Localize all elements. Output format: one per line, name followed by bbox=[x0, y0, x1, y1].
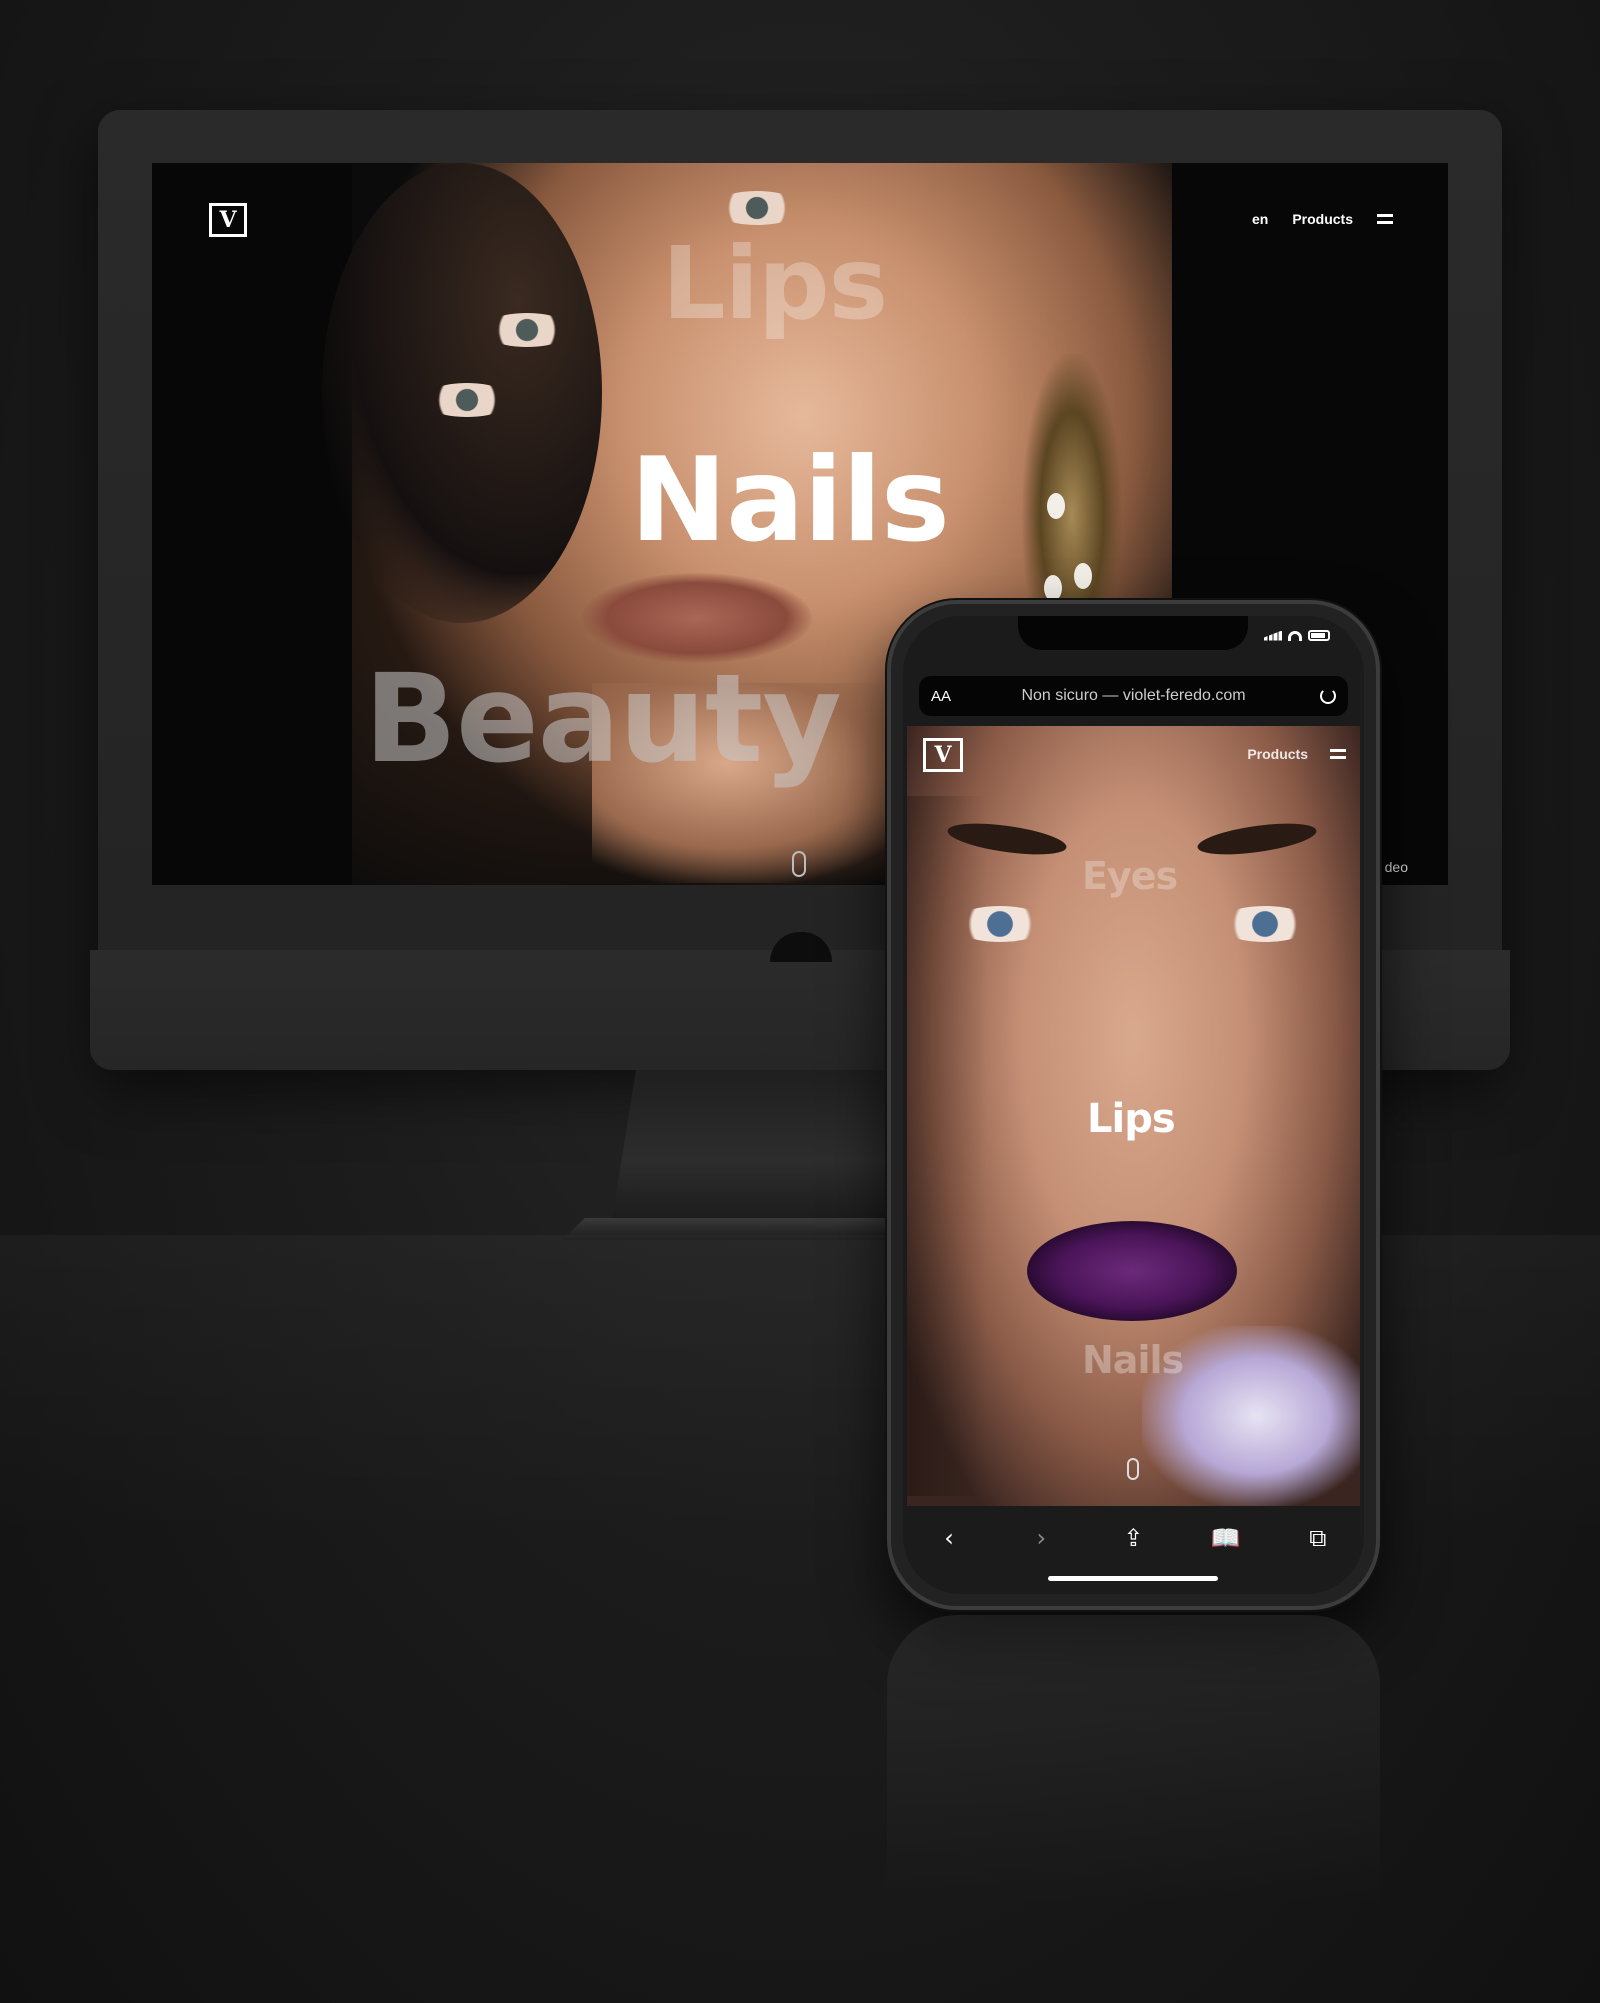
bookmarks-icon[interactable]: 📖 bbox=[1206, 1524, 1246, 1552]
forward-icon[interactable]: › bbox=[1021, 1524, 1061, 1552]
site-logo[interactable]: V bbox=[923, 738, 963, 772]
scroll-mouse-icon bbox=[792, 851, 806, 877]
menu-icon[interactable] bbox=[1377, 214, 1393, 224]
reload-icon[interactable] bbox=[1320, 688, 1336, 704]
wifi-icon bbox=[1288, 630, 1302, 641]
mobile-nav: Products bbox=[1247, 746, 1346, 762]
device-mockup-stage: V en Products Lips Nails Beauty deo AA N… bbox=[0, 0, 1600, 2003]
menu-icon[interactable] bbox=[1330, 749, 1346, 759]
hero-photo-eye bbox=[482, 313, 572, 347]
signal-icon bbox=[1264, 630, 1282, 641]
earring-pearl bbox=[1047, 493, 1065, 519]
nav-products-link[interactable]: Products bbox=[1292, 211, 1353, 227]
nav-products-link[interactable]: Products bbox=[1247, 746, 1308, 762]
hero-word-nails: Nails bbox=[1082, 1338, 1184, 1382]
hero-photo-earring bbox=[1022, 353, 1122, 623]
hero-word-nails: Nails bbox=[630, 433, 950, 568]
hero-photo-eye bbox=[1217, 906, 1313, 942]
url-text[interactable]: Non sicuro — violet-feredo.com bbox=[919, 687, 1348, 705]
hero-photo-eye bbox=[952, 906, 1048, 942]
home-indicator[interactable] bbox=[1048, 1576, 1218, 1581]
hero-word-eyes: Eyes bbox=[1082, 854, 1178, 898]
text-size-button[interactable]: AA bbox=[931, 688, 951, 705]
hero-photo-shadow bbox=[907, 796, 987, 1496]
tabs-icon[interactable]: ⧉ bbox=[1298, 1524, 1338, 1552]
share-icon[interactable]: ⇪ bbox=[1113, 1524, 1153, 1552]
scroll-mouse-icon bbox=[1127, 1458, 1139, 1480]
status-bar bbox=[1264, 630, 1330, 641]
iphone-frame: AA Non sicuro — violet-feredo.com V Prod… bbox=[887, 600, 1380, 1610]
hero-photo-eye bbox=[422, 383, 512, 417]
language-switch[interactable]: en bbox=[1252, 211, 1268, 227]
browser-address-bar[interactable]: AA Non sicuro — violet-feredo.com bbox=[919, 676, 1348, 716]
back-icon[interactable]: ‹ bbox=[929, 1524, 969, 1552]
iphone-screen: AA Non sicuro — violet-feredo.com V Prod… bbox=[903, 616, 1364, 1594]
phone-reflection bbox=[887, 1615, 1380, 1975]
imac-stand bbox=[612, 1070, 912, 1220]
battery-icon bbox=[1308, 630, 1330, 641]
earring-pearl bbox=[1044, 575, 1062, 601]
hero-word-lips: Lips bbox=[1087, 1096, 1176, 1142]
site-logo[interactable]: V bbox=[209, 203, 247, 237]
hero-word-lips: Lips bbox=[662, 225, 888, 342]
earring-pearl bbox=[1074, 563, 1092, 589]
hero-photo-eye bbox=[712, 191, 802, 225]
desktop-nav: en Products bbox=[1252, 211, 1393, 227]
hero-word-beauty: Beauty bbox=[364, 648, 842, 790]
iphone-notch bbox=[1018, 616, 1248, 650]
hero-photo-lips bbox=[1027, 1221, 1237, 1321]
mobile-website: V Products Eyes Lips Nails bbox=[907, 726, 1360, 1506]
video-link[interactable]: deo bbox=[1385, 859, 1408, 875]
